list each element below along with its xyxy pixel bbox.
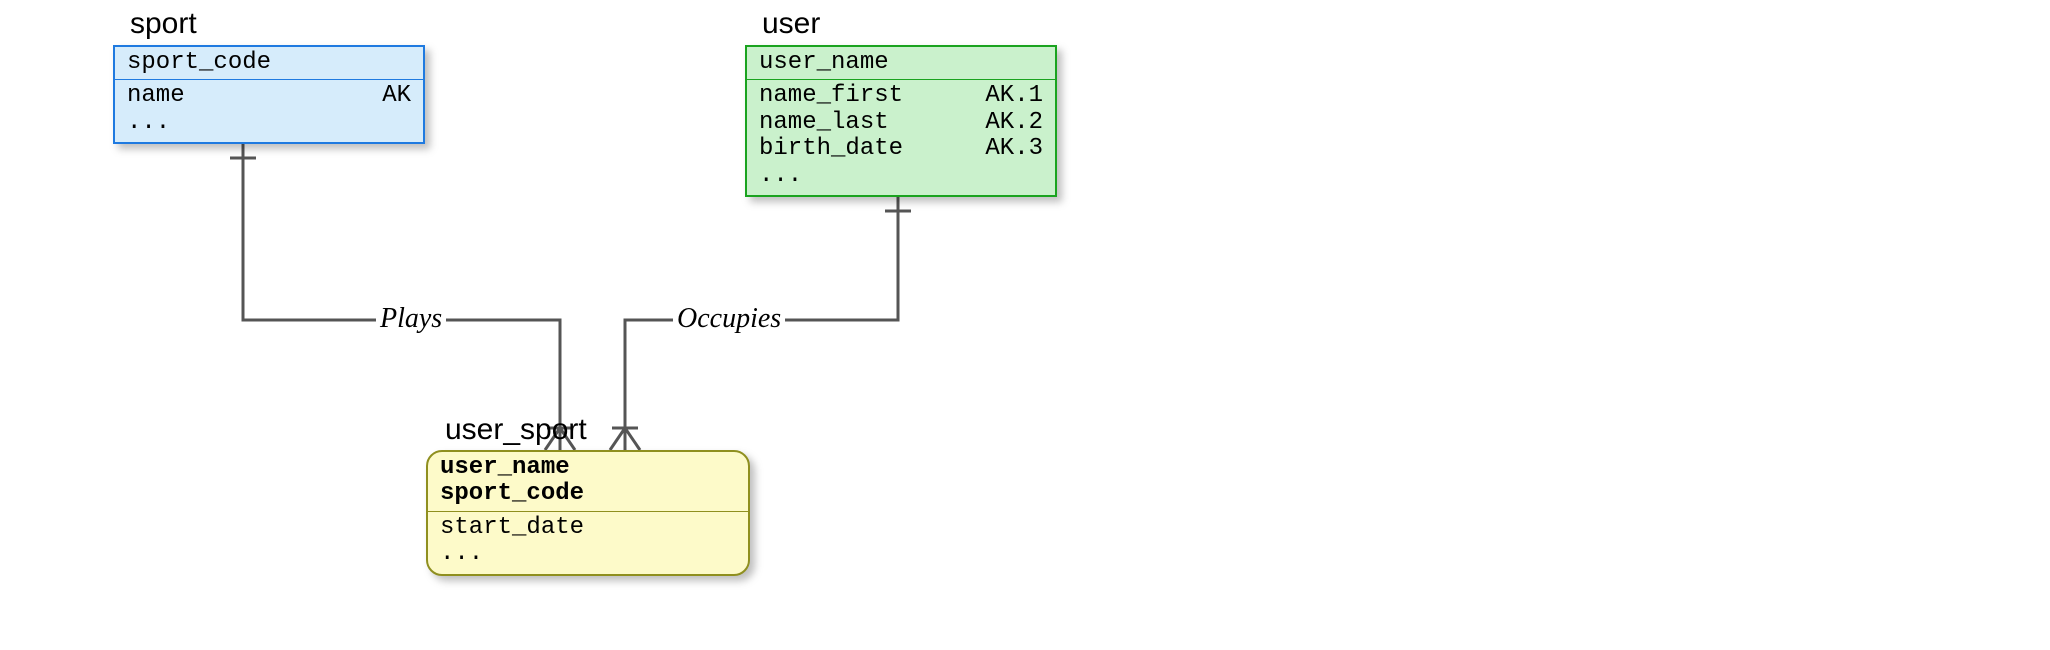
entity-user-title: user bbox=[762, 7, 820, 41]
crowfoot-icon bbox=[610, 428, 625, 450]
attr-ak: AK bbox=[382, 83, 411, 109]
entity-sport-title: sport bbox=[130, 7, 197, 41]
table-row: ... bbox=[759, 163, 1043, 189]
rel-plays-line bbox=[243, 143, 560, 450]
attr-ak: AK.1 bbox=[985, 83, 1043, 109]
attr-name: start_date bbox=[440, 515, 584, 541]
attr-name: sport_code bbox=[440, 481, 584, 507]
attr-name: ... bbox=[759, 163, 802, 189]
table-row: sport_code bbox=[440, 481, 736, 507]
table-row: name_first AK.1 bbox=[759, 83, 1043, 109]
entity-user-sport-title: user_sport bbox=[445, 413, 587, 447]
attr-name: name_last bbox=[759, 110, 889, 136]
entity-user-pk: user_name bbox=[747, 47, 1055, 80]
rel-occupies-label: Occupies bbox=[673, 303, 785, 335]
table-row: ... bbox=[127, 110, 411, 136]
entity-user-sport: user_name sport_code start_date ... bbox=[426, 450, 750, 576]
attr-name: sport_code bbox=[127, 50, 271, 76]
crowfoot-icon bbox=[625, 428, 640, 450]
table-row: name AK bbox=[127, 83, 411, 109]
table-row: start_date bbox=[440, 515, 736, 541]
attr-name: name_first bbox=[759, 83, 903, 109]
table-row: sport_code bbox=[127, 50, 411, 76]
table-row: name_last AK.2 bbox=[759, 110, 1043, 136]
attr-ak: AK.2 bbox=[985, 110, 1043, 136]
rel-plays-label: Plays bbox=[376, 303, 446, 335]
entity-sport-attrs: name AK ... bbox=[115, 80, 423, 142]
entity-user-sport-pk: user_name sport_code bbox=[428, 452, 748, 512]
table-row: user_name bbox=[759, 50, 1043, 76]
entity-user-attrs: name_first AK.1 name_last AK.2 birth_dat… bbox=[747, 80, 1055, 195]
entity-user: user_name name_first AK.1 name_last AK.2… bbox=[745, 45, 1057, 197]
entity-user-sport-attrs: start_date ... bbox=[428, 512, 748, 574]
table-row: birth_date AK.3 bbox=[759, 136, 1043, 162]
table-row: user_name bbox=[440, 455, 736, 481]
entity-sport-pk: sport_code bbox=[115, 47, 423, 80]
attr-name: user_name bbox=[759, 50, 889, 76]
attr-ak: AK.3 bbox=[985, 136, 1043, 162]
attr-name: ... bbox=[440, 541, 483, 567]
attr-name: ... bbox=[127, 110, 170, 136]
attr-name: birth_date bbox=[759, 136, 903, 162]
entity-sport: sport_code name AK ... bbox=[113, 45, 425, 144]
attr-name: user_name bbox=[440, 455, 570, 481]
table-row: ... bbox=[440, 541, 736, 567]
attr-name: name bbox=[127, 83, 185, 109]
